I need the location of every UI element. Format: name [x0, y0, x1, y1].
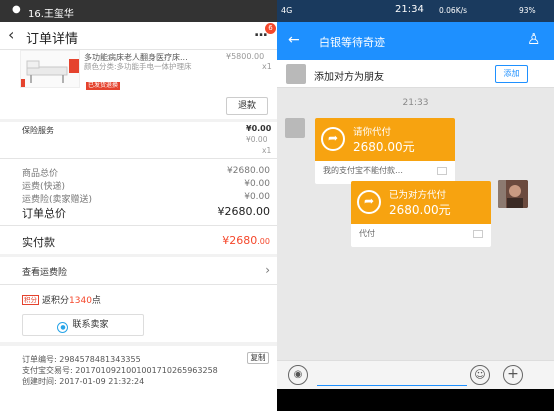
insurance-label: 保险服务 — [22, 126, 54, 135]
share-arrow-icon: ➦ — [357, 190, 381, 214]
status-title: 16.王玺华 — [28, 9, 74, 20]
app-mini-icon — [473, 230, 483, 238]
summary-row: 运费(快递) ¥0.00 — [22, 179, 270, 192]
payment-done-message[interactable]: ➦ 已为对方代付 2680.00元 代付 — [351, 181, 491, 247]
order-info: 订单编号: 2984578481343355 支付宝交易号: 201701092… — [22, 354, 218, 387]
summary-value: ¥0.00 — [244, 192, 270, 202]
chat-title: 白银等待奇迹 — [319, 36, 385, 49]
created-time: 创建时间: 2017-01-09 21:32:24 — [22, 377, 145, 386]
order-number: 订单编号: 2984578481343355 — [22, 355, 141, 364]
points-number: 1340 — [69, 296, 92, 306]
notification-badge: 6 — [265, 23, 276, 34]
summary-label: 运费(快递) — [22, 182, 66, 192]
voice-icon[interactable]: ◉ — [288, 365, 308, 385]
wechat-icon: ● — [12, 4, 21, 15]
payment-done-note: 代付 — [359, 229, 375, 238]
avatar — [286, 64, 306, 84]
product-tag: 已发货退换 — [86, 82, 121, 90]
chat-screen: 4G 21:34 0.06K/s 93% ← 白银等待奇迹 ♙ 添加对方为朋友 … — [277, 0, 554, 411]
product-item[interactable]: 多功能病床老人翻身医疗床... 颜色分类:多功能手电一体护理床 已发货退换 ¥5… — [0, 50, 277, 92]
order-total-label: 订单总价 — [22, 207, 66, 220]
alipay-trade-number: 支付宝交易号: 2017010921001001710265963258 — [22, 366, 218, 375]
divider — [0, 284, 277, 285]
order-total-value: ¥2680.00 — [217, 205, 271, 218]
back-arrow-icon[interactable]: ← — [288, 32, 300, 48]
self-avatar[interactable] — [498, 180, 528, 208]
payment-done-title: 已为对方代付 — [389, 190, 447, 201]
signal-indicator: 4G — [281, 6, 293, 15]
add-friend-button[interactable]: 添加 — [495, 65, 528, 83]
payment-done-amount: 2680.00元 — [389, 203, 451, 217]
product-price: ¥5800.00 — [226, 52, 265, 61]
network-speed: 0.06K/s — [439, 6, 468, 15]
app-mini-icon — [437, 167, 447, 175]
summary-value: ¥0.00 — [244, 179, 270, 189]
insurance-price: ¥0.00 — [246, 124, 272, 133]
shipping-insurance-link[interactable]: 查看运费险 › — [22, 263, 270, 278]
share-arrow-icon: ➦ — [321, 127, 345, 151]
copy-button[interactable]: 复制 — [247, 352, 269, 364]
contact-avatar[interactable] — [285, 118, 305, 138]
person-icon[interactable]: ♙ — [527, 30, 540, 48]
refund-button[interactable]: 退款 — [226, 97, 268, 115]
chat-timestamp: 21:33 — [402, 98, 429, 108]
points-tag: 积分 — [22, 295, 39, 305]
emoji-icon[interactable]: ☺ — [470, 365, 490, 385]
divider — [0, 225, 277, 226]
shipping-insurance-label: 查看运费险 — [22, 268, 68, 278]
add-friend-bar: 添加对方为朋友 添加 — [277, 60, 554, 88]
order-total-row: 订单总价 ¥2680.00 — [22, 205, 270, 221]
summary-label: 商品总价 — [22, 169, 59, 179]
payment-request-note: 我的支付宝不能付款… — [323, 166, 403, 175]
payment-request-title: 请你代付 — [353, 127, 392, 138]
divider — [0, 254, 277, 257]
insurance-quantity: x1 — [262, 146, 272, 155]
payment-request-message[interactable]: ➦ 请你代付 2680.00元 我的支付宝不能付款… — [315, 118, 455, 184]
plus-icon[interactable]: + — [503, 365, 523, 385]
insurance-original-price: ¥0.00 — [246, 135, 268, 144]
back-icon[interactable]: ‹ — [8, 25, 14, 44]
status-time: 21:34 — [395, 4, 424, 15]
summary-row: 商品总价 ¥2680.00 — [22, 166, 270, 179]
summary-value: ¥2680.00 — [227, 166, 270, 176]
divider — [0, 119, 277, 122]
product-quantity: x1 — [262, 62, 272, 71]
paid-value: ¥2680.00 — [222, 234, 270, 247]
contact-seller-label: 联系卖家 — [72, 320, 109, 330]
add-friend-text: 添加对方为朋友 — [314, 72, 384, 83]
chevron-right-icon: › — [265, 263, 270, 277]
summary-row: 运费险(卖家赠送) ¥0.00 — [22, 192, 270, 205]
status-bar: ● 16.王玺华 — [0, 0, 277, 22]
product-spec: 颜色分类:多功能手电一体护理床 — [84, 62, 192, 71]
message-input-bar: ◉ ☺ + — [277, 360, 554, 389]
system-nav-bar — [277, 389, 554, 411]
contact-seller-button[interactable]: ● 联系卖家 — [22, 314, 144, 336]
nav-bar: ‹ 订单详情 ... 6 — [0, 22, 277, 50]
chat-nav-bar: ← 白银等待奇迹 ♙ — [277, 22, 554, 60]
points-info: 积分 返积分1340点 — [22, 295, 101, 306]
paid-label: 实付款 — [22, 236, 55, 249]
payment-request-amount: 2680.00元 — [353, 140, 415, 154]
summary-label: 运费险(卖家赠送) — [22, 195, 93, 205]
page-title: 订单详情 — [26, 32, 79, 47]
battery-level: 93% — [519, 6, 536, 15]
paid-amount-row: 实付款 ¥2680.00 — [22, 234, 270, 250]
chat-icon: ● — [57, 322, 69, 333]
message-input[interactable] — [317, 385, 467, 386]
status-bar: 4G 21:34 0.06K/s 93% — [277, 0, 554, 22]
divider — [0, 158, 277, 159]
divider — [0, 342, 277, 346]
product-thumbnail[interactable] — [20, 50, 80, 88]
order-detail-screen: ● 16.王玺华 ‹ 订单详情 ... 6 多功能病床老人翻身医疗床... 颜色… — [0, 0, 277, 411]
